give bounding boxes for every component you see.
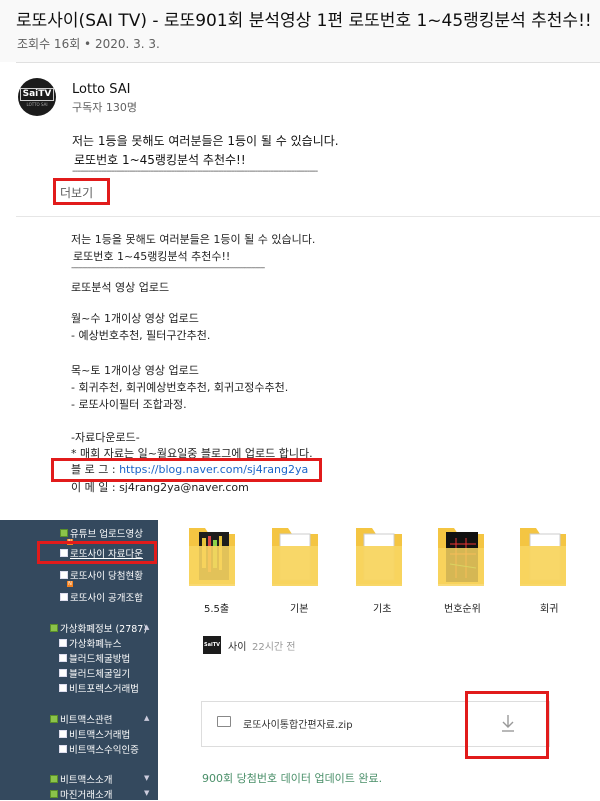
schedule-detail: - 회귀추천, 회귀예상번호추천, 회귀고정수추천.	[71, 381, 289, 394]
schedule-detail: - 예상번호추천, 필터구간추천.	[71, 329, 211, 342]
post-time: 22시간 전	[252, 642, 296, 653]
sidebar-item-bitmex[interactable]: 비트맥스관련	[50, 712, 112, 726]
collapse-arrow-icon[interactable]: ▲	[144, 714, 149, 722]
sidebar-item-crypto-info[interactable]: 가상화폐정보 (2787)	[50, 621, 147, 635]
page-icon	[59, 730, 67, 738]
folder-label[interactable]: 번호순위	[444, 600, 481, 615]
sidebar-item-label: 가상화폐정보 (2787)	[60, 624, 148, 635]
avatar-subtext: LOTTO SAI	[26, 101, 48, 107]
folder-icon[interactable]	[270, 524, 320, 596]
folder-label[interactable]: 기초	[373, 600, 391, 615]
folder-icon	[50, 715, 58, 723]
highlight-box	[465, 691, 549, 759]
description-separator: ----------------------------------------…	[72, 166, 318, 177]
upload-heading: 로또분석 영상 업로드	[71, 281, 170, 294]
sidebar-item-margin-trading[interactable]: 마진거래소개	[50, 787, 112, 801]
post-author[interactable]: 사이	[228, 638, 246, 653]
sidebar-item-label: 비트맥스관련	[60, 715, 113, 726]
sidebar-item-label: 비트포렉스거래법	[69, 684, 139, 695]
update-notice: 900회 당첨번호 데이터 업데이트 완료.	[202, 772, 383, 785]
folder-icon[interactable]	[354, 524, 404, 596]
video-meta: 조회수 16회 • 2020. 3. 3.	[17, 37, 160, 51]
sidebar-item-label: 비트맥스소개	[60, 775, 113, 786]
highlight-box	[37, 541, 157, 564]
folder-icon[interactable]	[436, 524, 486, 596]
page-icon	[60, 571, 68, 579]
page-icon	[60, 593, 68, 601]
expand-arrow-icon[interactable]: ▼	[144, 789, 149, 797]
folder-icon	[50, 790, 58, 798]
folder-label[interactable]: 기본	[290, 600, 308, 615]
sidebar-item-bitmex-trading[interactable]: 비트맥스거래법	[59, 727, 130, 741]
folder-icon[interactable]	[187, 524, 237, 596]
sidebar-item-label: 로또사이 공개조합	[70, 593, 143, 604]
schedule-heading: 목~토 1개이상 영상 업로드	[71, 364, 199, 377]
sidebar-item-label: 비트맥스거래법	[69, 730, 131, 741]
page-icon	[59, 669, 67, 677]
sidebar-item-win-status[interactable]: 로또사이 당첨현황	[60, 568, 143, 582]
sidebar-item-mining-diary[interactable]: 블러드체굴일기	[59, 666, 130, 680]
divider	[16, 62, 600, 63]
blank-area	[476, 217, 600, 493]
page-icon	[59, 684, 67, 692]
folder-icon[interactable]	[518, 524, 568, 596]
folder-icon	[50, 775, 58, 783]
schedule-detail: - 로또사이필터 조합과정.	[71, 398, 187, 411]
highlight-box	[53, 178, 110, 205]
author-avatar[interactable]: SaiTV	[203, 636, 221, 654]
sidebar-item-public-combos[interactable]: 로또사이 공개조합	[60, 590, 143, 604]
sidebar-item-youtube-uploads[interactable]: 유튜브 업로드영상	[60, 526, 143, 540]
expanded-description: 저는 1등을 못해도 여러분들은 1등이 될 수 있습니다. 로또번호 1~45…	[0, 217, 476, 494]
sidebar-item-bitmex-profit[interactable]: 비트맥스수익인증	[59, 742, 139, 756]
expand-arrow-icon[interactable]: ▼	[144, 774, 149, 782]
expanded-line: 로또번호 1~45랭킹분석 추천수!!	[73, 250, 231, 263]
spacer	[0, 493, 600, 520]
sidebar-item-bitmex-intro[interactable]: 비트맥스소개	[50, 772, 112, 786]
channel-avatar[interactable]: SaiTV LOTTO SAI	[18, 78, 56, 116]
sidebar-item-label: 가상화폐뉴스	[69, 639, 122, 650]
sidebar-item-bitforex[interactable]: 비트포렉스거래법	[59, 681, 139, 695]
avatar-logo: SaiTV	[19, 87, 55, 101]
collapse-arrow-icon[interactable]: ▲	[144, 623, 149, 631]
sidebar-item-label: 로또사이 당첨현황	[70, 571, 143, 582]
sidebar-item-crypto-news[interactable]: 가상화폐뉴스	[59, 636, 121, 650]
expanded-separator: ----------------------------------------…	[71, 263, 265, 273]
folder-icon	[50, 624, 58, 632]
folder-label[interactable]: 5.5출	[204, 600, 229, 615]
sidebar-item-label: 블러드체굴방법	[69, 654, 131, 665]
sidebar-item-label: 마진거래소개	[60, 790, 113, 801]
download-heading: -자료다운로드-	[71, 431, 140, 444]
description-line: 저는 1등을 못해도 여러분들은 1등이 될 수 있습니다.	[72, 134, 339, 148]
new-badge: N	[67, 581, 73, 587]
folder-label[interactable]: 회귀	[540, 600, 558, 615]
sidebar-item-label: 비트맥스수익인증	[69, 745, 139, 756]
highlight-box	[51, 458, 322, 482]
subscriber-count: 구독자 130명	[72, 101, 137, 114]
page-icon	[59, 745, 67, 753]
video-title: 로또사이(SAI TV) - 로또901회 분석영상 1편 로또번호 1~45랭…	[16, 11, 592, 31]
sidebar-item-label: 유튜브 업로드영상	[70, 529, 143, 540]
attachment-file-name[interactable]: 로또사이통합간편자료.zip	[243, 716, 353, 731]
folder-icon	[60, 529, 68, 537]
channel-name[interactable]: Lotto SAI	[72, 82, 130, 97]
page-icon	[59, 639, 67, 647]
sidebar-item-label: 블러드체굴일기	[69, 669, 131, 680]
schedule-heading: 월~수 1개이상 영상 업로드	[71, 312, 199, 325]
sidebar-item-mining-method[interactable]: 블러드체굴방법	[59, 651, 130, 665]
expanded-line: 저는 1등을 못해도 여러분들은 1등이 될 수 있습니다.	[71, 233, 316, 246]
page-icon	[59, 654, 67, 662]
folder-icon	[217, 716, 231, 727]
